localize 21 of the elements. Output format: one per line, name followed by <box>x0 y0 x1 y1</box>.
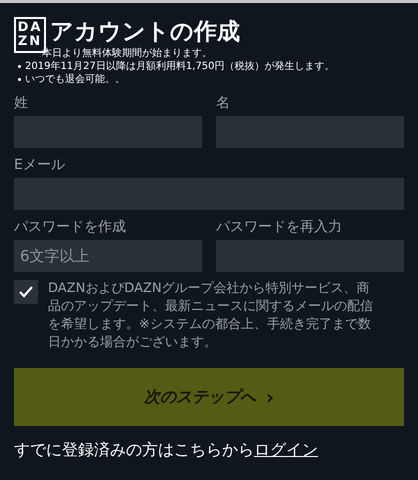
field-label: 名 <box>216 94 231 112</box>
input-field[interactable] <box>216 116 404 148</box>
input-field[interactable] <box>14 116 202 148</box>
consent-text: DAZNおよびDAZNグループ会社から特別サービス、商品のアップデート、最新ニュースに関するメールの配信を希望します。※システムの都合上、手続き完了まで数日かかる場合がございます。 <box>48 280 374 352</box>
note-text: 2019年11月27日以降は月額利用料1,750円（税抜）が発生します。 <box>25 60 335 73</box>
login-prompt: すでに登録済みの方はこちらから <box>14 439 254 461</box>
field-label: パスワードを再入力 <box>216 218 343 236</box>
logo: DA ZN <box>14 17 46 53</box>
input-field[interactable]: 6文字以上 <box>14 240 202 272</box>
note-text: いつでも退会可能。。 <box>25 73 125 86</box>
bullet-icon <box>18 78 21 81</box>
field-label: 姓 <box>14 94 29 112</box>
field-label: Eメール <box>14 156 66 174</box>
page-title: アカウントの作成 <box>50 18 240 47</box>
input-field[interactable] <box>216 240 404 272</box>
check-icon <box>19 286 33 298</box>
input-field[interactable] <box>14 178 404 210</box>
consent-checkbox[interactable] <box>14 280 38 304</box>
bullet-icon <box>18 65 21 68</box>
field-label: パスワードを作成 <box>14 218 127 236</box>
login-link[interactable]: ログイン <box>254 438 318 462</box>
